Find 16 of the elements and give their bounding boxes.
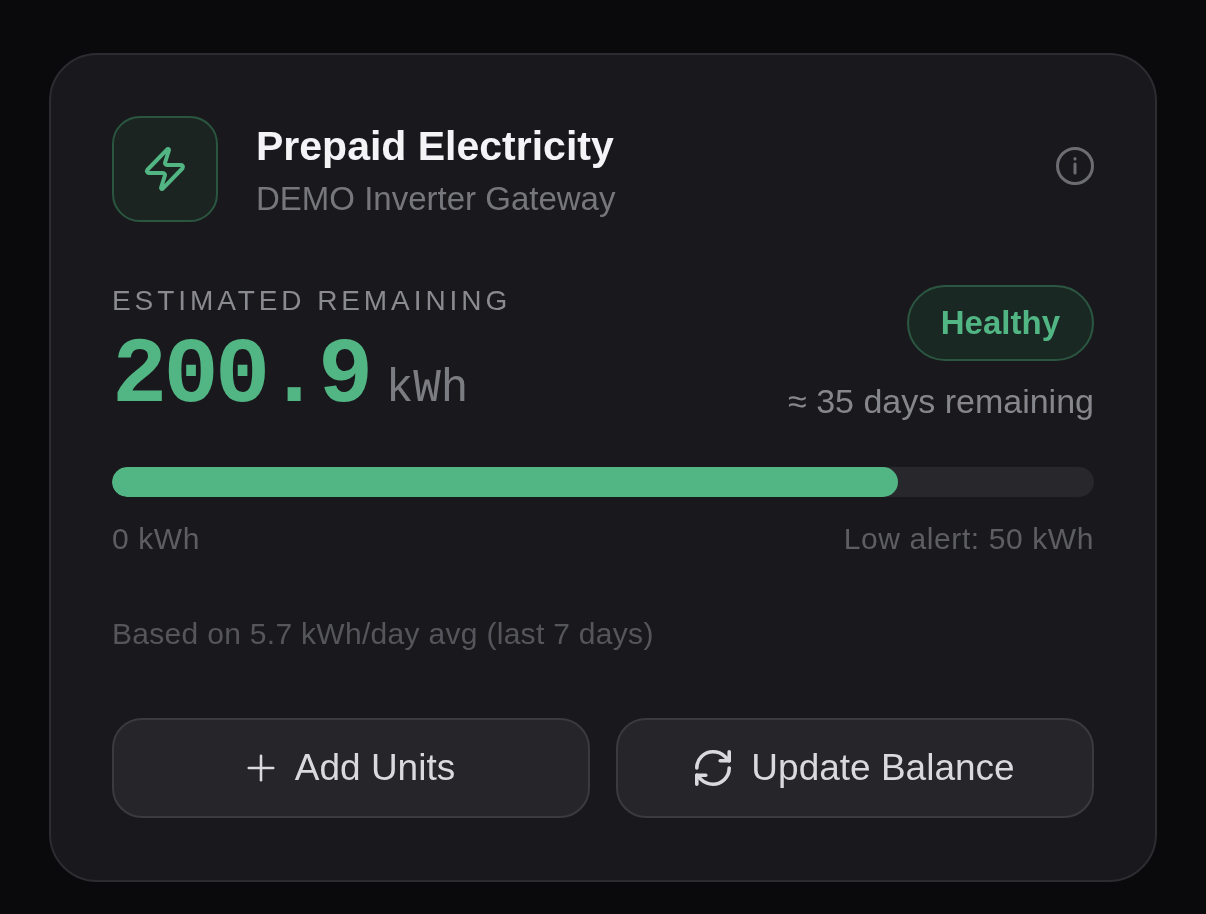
status-badge: Healthy — [906, 285, 1094, 361]
days-remaining: ≈ 35 days remaining — [788, 382, 1094, 420]
refresh-icon — [695, 750, 732, 786]
lightning-icon — [112, 116, 218, 222]
remaining-value: 200.9 — [112, 331, 370, 423]
remaining-unit: kWh — [385, 366, 469, 412]
info-icon[interactable] — [1056, 147, 1094, 185]
update-balance-button[interactable]: Update Balance — [616, 718, 1094, 818]
average-note: Based on 5.7 kWh/day avg (last 7 days) — [112, 617, 655, 651]
device-subtitle: DEMO Inverter Gateway — [256, 179, 616, 219]
min-label: 0 kWh — [112, 522, 201, 556]
add-units-button[interactable]: Add Units — [112, 718, 590, 818]
card-title: Prepaid Electricity — [256, 123, 615, 169]
plus-icon — [246, 754, 275, 782]
estimate-label: ESTIMATED REMAINING — [112, 285, 512, 317]
low-alert-label: Low alert: 50 kWh — [843, 522, 1094, 556]
